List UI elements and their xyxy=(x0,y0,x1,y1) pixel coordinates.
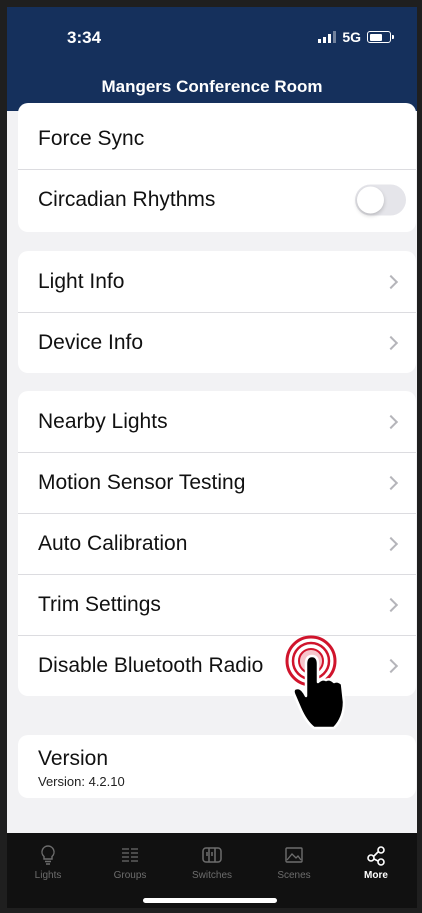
disable-bluetooth-row[interactable]: Disable Bluetooth Radio xyxy=(18,635,416,696)
network-label: 5G xyxy=(342,29,361,45)
circadian-row: Circadian Rhythms xyxy=(18,169,416,230)
auto-calibration-label: Auto Calibration xyxy=(38,531,188,555)
signal-icon xyxy=(318,31,337,43)
force-sync-label: Force Sync xyxy=(38,126,145,150)
motion-sensor-testing-label: Motion Sensor Testing xyxy=(38,470,246,494)
tab-lights[interactable]: Lights xyxy=(7,833,89,908)
trim-settings-row[interactable]: Trim Settings xyxy=(18,574,416,635)
page-title: Mangers Conference Room xyxy=(101,77,323,96)
light-info-label: Light Info xyxy=(38,269,125,293)
version-title: Version xyxy=(38,747,109,770)
chevron-right-icon xyxy=(383,658,399,673)
trim-settings-label: Trim Settings xyxy=(38,592,161,616)
card-sync: Force Sync Circadian Rhythms xyxy=(18,103,416,232)
version-value: Version: 4.2.10 xyxy=(38,774,125,789)
battery-icon xyxy=(367,31,394,43)
grid-icon xyxy=(122,848,138,862)
status-time: 3:34 xyxy=(67,28,102,47)
device-info-label: Device Info xyxy=(38,330,144,354)
switch-panel-icon xyxy=(202,847,222,863)
tab-lights-label: Lights xyxy=(34,870,62,881)
force-sync-row[interactable]: Force Sync xyxy=(18,103,416,169)
chevron-right-icon xyxy=(383,335,399,350)
disable-bluetooth-label: Disable Bluetooth Radio xyxy=(38,653,264,677)
lightbulb-icon xyxy=(41,845,55,865)
header: 3:34 5G Mangers Conference Room xyxy=(7,7,417,111)
tab-more[interactable]: More xyxy=(335,833,417,908)
chevron-right-icon xyxy=(383,475,399,490)
tab-more-label: More xyxy=(364,870,388,881)
motion-sensor-testing-row[interactable]: Motion Sensor Testing xyxy=(18,452,416,513)
light-info-row[interactable]: Light Info xyxy=(18,251,416,312)
tab-scenes[interactable]: Scenes xyxy=(253,833,335,908)
toggle-knob xyxy=(357,186,384,213)
tab-groups[interactable]: Groups xyxy=(89,833,171,908)
nearby-lights-row[interactable]: Nearby Lights xyxy=(18,391,416,452)
chevron-right-icon xyxy=(383,274,399,289)
phone-screen: 3:34 5G Mangers Conference Room Force Sy… xyxy=(7,7,417,908)
status-indicators: 5G xyxy=(318,29,394,45)
tab-switches[interactable]: Switches xyxy=(171,833,253,908)
auto-calibration-row[interactable]: Auto Calibration xyxy=(18,513,416,574)
card-version: Version Version: 4.2.10 xyxy=(18,735,416,798)
card-tools: Nearby Lights Motion Sensor Testing Auto… xyxy=(18,391,416,696)
circadian-label: Circadian Rhythms xyxy=(38,187,216,211)
card-info: Light Info Device Info xyxy=(18,251,416,373)
share-nodes-icon xyxy=(367,846,385,866)
tab-bar: Lights Groups Switches Scenes More xyxy=(7,833,417,908)
home-indicator xyxy=(143,898,277,903)
tab-scenes-label: Scenes xyxy=(277,870,311,881)
chevron-right-icon xyxy=(383,414,399,429)
settings-list: Force Sync Circadian Rhythms Light Info … xyxy=(7,103,417,833)
chevron-right-icon xyxy=(383,536,399,551)
tab-switches-label: Switches xyxy=(191,870,232,881)
tap-hand-icon xyxy=(285,635,346,730)
chevron-right-icon xyxy=(383,597,399,612)
circadian-toggle[interactable] xyxy=(355,184,406,215)
image-icon xyxy=(285,847,303,863)
nearby-lights-label: Nearby Lights xyxy=(38,409,168,433)
tab-groups-label: Groups xyxy=(113,870,147,881)
device-info-row[interactable]: Device Info xyxy=(18,312,416,373)
